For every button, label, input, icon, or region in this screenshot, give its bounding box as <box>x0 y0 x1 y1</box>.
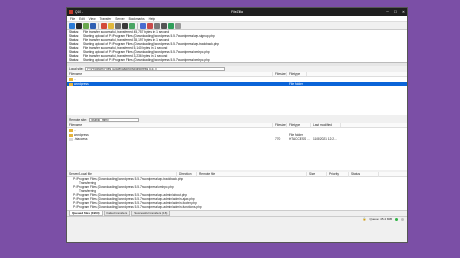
remote-path-input[interactable]: /public_html/ <box>88 117 139 123</box>
queue-size: Queue: 45.4 MiB <box>369 217 392 221</box>
queue-item[interactable]: P:\Program Files (Downloading)\wordpress… <box>67 205 407 209</box>
file-name: wordpress <box>74 81 89 86</box>
toolbar-button-7-icon[interactable] <box>115 22 121 29</box>
toolbar-button-13-icon[interactable] <box>161 22 167 29</box>
remote-file-row[interactable]: .htaccess 770 HTACCESS ... 11/8/2021 12:2..… <box>67 137 407 142</box>
message-log: Status: File transfer successful, transfe… <box>67 30 407 63</box>
local-site-label: Local site: <box>69 67 84 71</box>
menu-bookmarks[interactable]: Bookmarks <box>129 17 145 21</box>
local-path-input[interactable]: P:\Program Files (Downloading)\wordpress… <box>85 66 226 72</box>
queue-col-remote[interactable]: Remote file <box>197 171 307 177</box>
activity-indicator-gray-icon <box>401 217 404 221</box>
folder-icon <box>69 133 73 137</box>
toolbar-button-5-icon[interactable] <box>101 22 107 29</box>
local-col-filesize[interactable]: Filesize <box>273 72 287 76</box>
remote-col-modified[interactable]: Last modified <box>311 123 341 127</box>
local-file-list: .. wordpress File folder <box>67 77 407 115</box>
folder-icon <box>69 82 73 86</box>
status-bar: 🔒 Queue: 45.4 MiB <box>67 216 407 221</box>
filezilla-app-icon <box>69 10 73 14</box>
local-col-filetype[interactable]: Filetype <box>287 72 307 76</box>
toolbar-button-2-icon[interactable] <box>76 22 82 29</box>
toolbar-button-11-icon[interactable] <box>147 22 153 29</box>
local-file-row[interactable]: wordpress File folder <box>67 81 407 87</box>
log-line: Status: Starting upload of P:\Program Fil… <box>67 58 407 62</box>
toolbar-button-10-icon[interactable] <box>140 22 146 29</box>
menu-edit[interactable]: Edit <box>79 17 85 21</box>
remote-col-filename[interactable]: Filename <box>67 123 273 127</box>
toolbar-separator <box>98 22 99 29</box>
menu-view[interactable]: View <box>89 17 96 21</box>
local-col-filename[interactable]: Filename <box>67 72 273 76</box>
toolbar-button-8-icon[interactable] <box>122 22 128 29</box>
lock-icon: 🔒 <box>362 217 367 221</box>
connection-title: Q10 - <box>75 10 83 14</box>
filezilla-window: Q10 - FileZilla ─ ☐ ✕ File Edit View Tra… <box>66 7 408 243</box>
remote-file-list: .. wordpress File folder .htaccess 770 HTACCE… <box>67 128 407 170</box>
file-modified: 11/8/2021 12:2... <box>313 137 337 142</box>
remote-col-filetype[interactable]: Filetype <box>287 123 311 127</box>
file-name: .htaccess <box>74 137 88 142</box>
toolbar-separator <box>137 22 138 29</box>
toolbar <box>67 22 407 30</box>
toolbar-button-3-icon[interactable] <box>83 22 89 29</box>
maximize-button[interactable]: ☐ <box>394 10 397 14</box>
file-type: File folder <box>289 81 303 86</box>
tab-failed-transfers[interactable]: Failed transfers <box>103 211 131 216</box>
file-name: wordpress <box>74 132 89 137</box>
window-title: FileZilla <box>231 10 243 14</box>
file-name: .. <box>74 128 76 133</box>
queue-col-size[interactable]: Size <box>307 171 327 177</box>
toolbar-button-4-icon[interactable] <box>90 22 96 29</box>
queue-col-direction[interactable]: Direction <box>177 171 197 177</box>
toolbar-button-12-icon[interactable] <box>154 22 160 29</box>
file-name: .. <box>74 77 76 82</box>
menu-help[interactable]: Help <box>149 17 156 21</box>
menu-server[interactable]: Server <box>115 17 124 21</box>
file-icon <box>69 138 73 142</box>
queue-col-priority[interactable]: Priority <box>327 171 349 177</box>
log-message: Starting upload of P:\Program Files (Dow… <box>83 58 210 62</box>
folder-icon <box>69 128 73 132</box>
remote-col-filesize[interactable]: Filesize <box>273 123 287 127</box>
activity-indicator-green-icon <box>395 217 398 221</box>
transfer-queue-list: P:\Program Files (Downloading)\wordpress… <box>67 177 407 210</box>
tab-successful-transfers[interactable]: Successful transfers (16) <box>131 211 171 216</box>
tab-queued-files[interactable]: Queued files (1964) <box>69 211 103 216</box>
title-bar: Q10 - FileZilla ─ ☐ ✕ <box>67 8 407 16</box>
menu-file[interactable]: File <box>70 17 75 21</box>
toolbar-button-9-icon[interactable] <box>129 22 135 29</box>
toolbar-button-15-icon[interactable] <box>175 22 181 29</box>
minimize-button[interactable]: ─ <box>386 10 389 14</box>
file-type: File folder <box>289 132 303 137</box>
menu-transfer[interactable]: Transfer <box>100 17 112 21</box>
file-size: 770 <box>275 137 281 142</box>
queue-col-status[interactable]: Status <box>349 171 379 177</box>
toolbar-button-6-icon[interactable] <box>108 22 114 29</box>
close-button[interactable]: ✕ <box>402 10 405 14</box>
folder-icon <box>69 77 73 81</box>
toolbar-button-1-icon[interactable] <box>69 22 75 29</box>
log-level: Status: <box>69 58 79 62</box>
queue-col-local[interactable]: Server/Local file <box>67 171 177 177</box>
file-type: HTACCESS ... <box>289 137 310 142</box>
remote-site-label: Remote site: <box>69 118 87 122</box>
toolbar-button-14-icon[interactable] <box>168 22 174 29</box>
